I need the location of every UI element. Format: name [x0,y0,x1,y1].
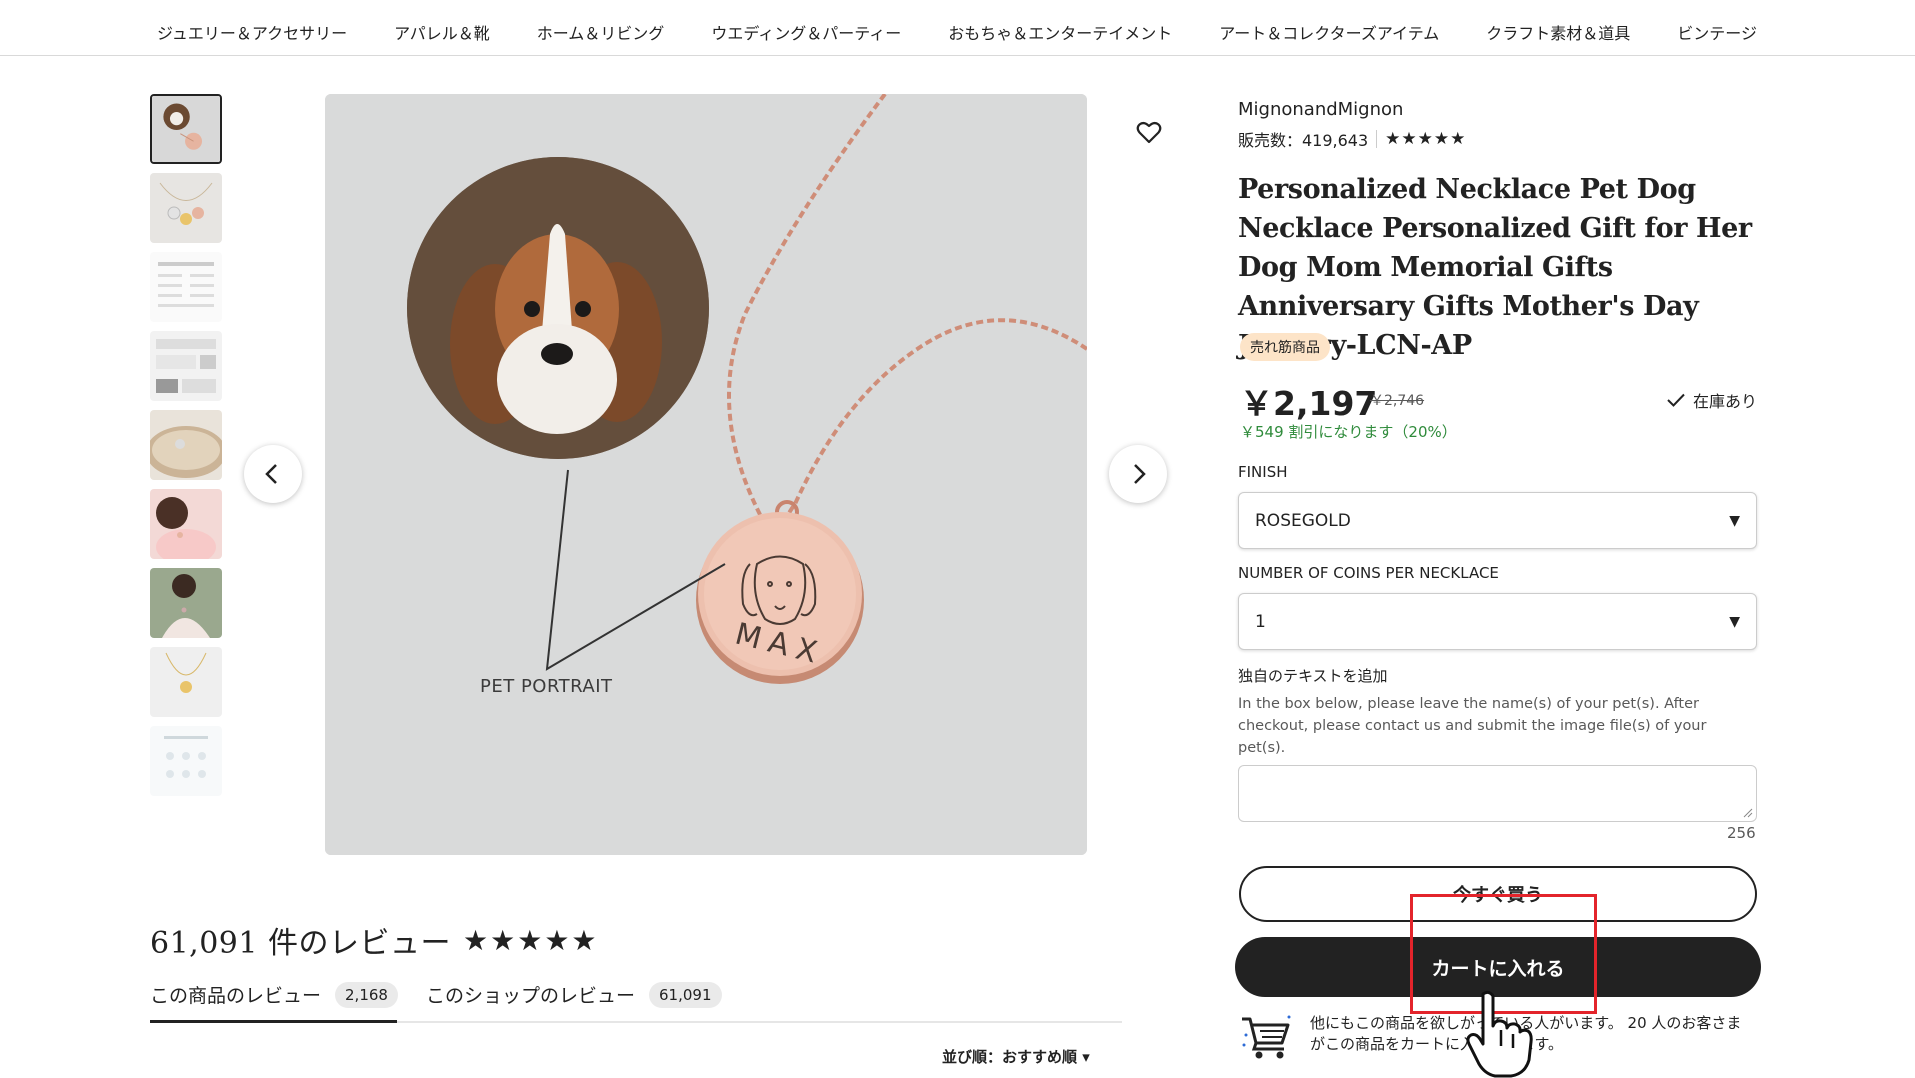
sort-label: 並び順：おすすめ順 [942,1048,1078,1066]
thumbnail-7[interactable] [150,568,222,638]
shop-name-link[interactable]: MignonandMignon [1238,99,1403,120]
caret-down-icon: ▼ [1729,613,1740,630]
demand-text: 他にもこの商品を欲しがっている人がいます。 20 人のお客さまがこの商品をカート… [1310,1014,1742,1053]
original-price: ￥2,746 [1370,393,1425,409]
sort-dropdown[interactable]: 並び順：おすすめ順 ▾ [942,1046,1090,1067]
nav-item-wedding[interactable]: ウエディング＆パーティー [711,20,901,44]
discount-text: ￥549 割引になります（20%） [1240,423,1457,441]
next-image-button[interactable] [1109,445,1167,503]
caret-down-icon: ▾ [1082,1048,1090,1066]
chevron-left-icon [265,464,277,484]
category-nav: ジュエリー＆アクセサリー アパレル＆靴 ホーム＆リビング ウエディング＆パーティ… [0,0,1915,56]
thumbnail-3[interactable] [150,252,222,322]
review-tabs: この商品のレビュー 2,168 このショップのレビュー 61,091 [150,975,1122,1023]
checkmark-icon [1667,393,1685,407]
nav-item-apparel[interactable]: アパレル＆靴 [394,20,490,44]
thumbnail-1[interactable] [150,94,222,164]
demand-notice: 他にもこの商品を欲しがっている人がいます。 20 人のお客さまがこの商品をカート… [1240,1013,1750,1061]
personalization-input[interactable] [1238,765,1757,822]
thumbnail-2[interactable] [150,173,222,243]
coins-label: NUMBER OF COINS PER NECKLACE [1238,564,1499,582]
resize-handle-icon[interactable] [1743,808,1753,818]
divider [1376,130,1378,148]
stock-label: 在庫あり [1693,392,1758,411]
coins-value: 1 [1255,611,1266,632]
finish-value: ROSEGOLD [1255,510,1351,531]
heart-icon [1136,121,1162,144]
tab-item-reviews-label: この商品のレビュー [150,985,322,1007]
tab-shop-reviews-count: 61,091 [649,981,722,1008]
cart-icon [1242,1015,1291,1059]
price: ￥2,197 [1240,384,1378,423]
nav-item-craft[interactable]: クラフト素材＆道具 [1486,20,1630,44]
coins-select[interactable]: 1 ▼ [1238,593,1757,650]
bestseller-badge: 売れ筋商品 [1240,333,1330,361]
personalization-label: 独自のテキストを追加 [1238,667,1388,685]
tab-item-reviews-count: 2,168 [335,981,398,1008]
nav-item-vintage[interactable]: ビンテージ [1677,20,1757,44]
thumbnail-list [150,94,224,805]
shop-sales: 販売数：419,643 ★★★★★ [1238,127,1466,151]
highlight-annotation [1410,894,1597,1014]
active-tab-indicator [150,1020,397,1023]
tab-shop-reviews[interactable]: このショップのレビュー 61,091 [426,981,722,1008]
thumbnail-5[interactable] [150,410,222,480]
thumbnail-6[interactable] [150,489,222,559]
tab-shop-reviews-label: このショップのレビュー [426,985,636,1007]
nav-item-home[interactable]: ホーム＆リビング [537,20,665,44]
tab-item-reviews[interactable]: この商品のレビュー 2,168 [150,981,398,1008]
previous-image-button[interactable] [244,445,302,503]
rating-stars: ★★★★★ [463,923,599,957]
main-product-image[interactable]: MAX PET PORTRAIT [325,94,1087,855]
nav-item-art[interactable]: アート＆コレクターズアイテム [1219,20,1439,44]
nav-item-toys[interactable]: おもちゃ＆エンターテイメント [948,20,1172,44]
nav-item-jewelry[interactable]: ジュエリー＆アクセサリー [157,20,347,44]
sales-count: 販売数：419,643 [1238,131,1369,150]
thumbnail-9[interactable] [150,726,222,796]
image-caption: PET PORTRAIT [480,676,613,697]
personalization-help: In the box below, please leave the name(… [1238,696,1707,756]
shop-rating-stars[interactable]: ★★★★★ [1385,129,1466,149]
caret-down-icon: ▼ [1729,512,1740,529]
thumbnail-8[interactable] [150,647,222,717]
char-count: 256 [1727,824,1756,842]
favorite-button[interactable] [1131,115,1167,151]
finish-label: FINISH [1238,463,1288,481]
finish-select[interactable]: ROSEGOLD ▼ [1238,492,1757,549]
reviews-heading: 61,091 件のレビュー ★★★★★ [150,918,599,962]
thumbnail-4[interactable] [150,331,222,401]
stock-status: 在庫あり [1667,388,1757,412]
reviews-count: 61,091 件のレビュー [150,926,452,961]
chevron-right-icon [1134,464,1146,484]
